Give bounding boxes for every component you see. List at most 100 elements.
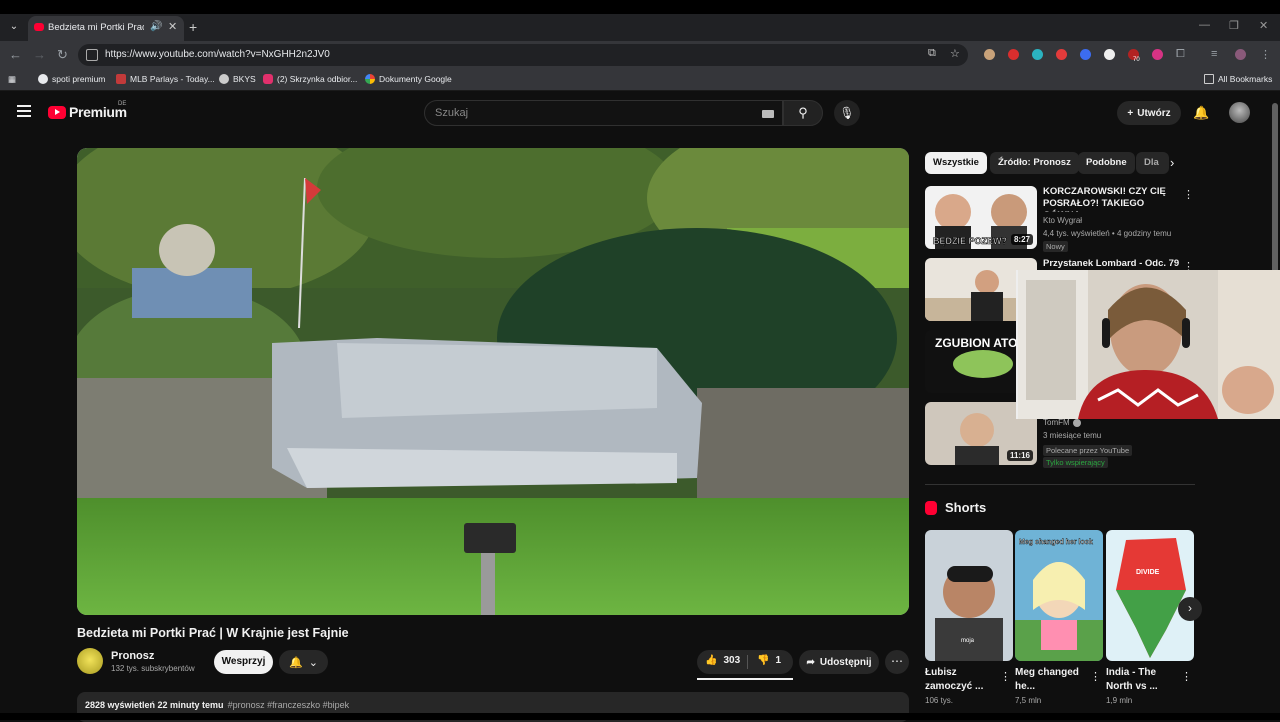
- bookmark-item[interactable]: spoti premium: [38, 74, 105, 84]
- all-bookmarks-label: All Bookmarks: [1218, 74, 1273, 84]
- keyboard-icon[interactable]: [762, 110, 774, 118]
- video-frame: [77, 148, 909, 615]
- instagram-icon: [263, 74, 273, 84]
- share-label: Udostępnij: [819, 656, 872, 668]
- create-button[interactable]: + Utwórz: [1117, 101, 1181, 125]
- youtube-favicon-icon: [34, 23, 44, 31]
- extension-teal-icon[interactable]: [1032, 49, 1043, 60]
- plus-icon: +: [1127, 107, 1134, 119]
- video-player[interactable]: [77, 148, 909, 615]
- recommendation-item[interactable]: BĘDZIE POZEW? 8:27 KORCZAROWSKI! CZY CIĘ…: [925, 186, 1195, 252]
- verified-icon: [1073, 419, 1081, 427]
- extension-red-icon[interactable]: [1008, 49, 1019, 60]
- minimize-icon[interactable]: —: [1199, 19, 1210, 31]
- extension-shield-icon[interactable]: [1152, 49, 1163, 60]
- chevron-right-icon[interactable]: ›: [1170, 155, 1174, 170]
- bookmark-item[interactable]: MLB Parlays - Today...: [116, 74, 215, 84]
- hashtags[interactable]: #pronosz #franczeszko #bipek: [228, 700, 350, 710]
- back-icon[interactable]: ←: [9, 47, 22, 62]
- site-info-icon[interactable]: [86, 49, 98, 61]
- short-thumbnail[interactable]: Meg changed her look: [1015, 530, 1103, 661]
- short-image: DIVIDE: [1106, 530, 1194, 661]
- extension-diamond-icon[interactable]: [1104, 49, 1115, 60]
- thumbs-down-icon: 👎: [757, 655, 770, 666]
- restore-icon[interactable]: ❐: [1229, 19, 1239, 32]
- extensions-puzzle-icon[interactable]: ⧠: [1176, 48, 1185, 61]
- url-text[interactable]: https://www.youtube.com/watch?v=NxGHH2n2…: [105, 49, 330, 60]
- recommendation-title[interactable]: KORCZAROWSKI! CZY CIĘ POSRAŁO?! TAKIEGO …: [1043, 186, 1183, 212]
- short-thumbnail[interactable]: DIVIDE: [1106, 530, 1194, 661]
- kebab-menu-icon[interactable]: ⋮: [1090, 670, 1101, 683]
- apps-grid-icon[interactable]: ▦: [8, 74, 16, 85]
- shorts-next-button[interactable]: ›: [1178, 597, 1202, 621]
- voice-search-button[interactable]: 🎙: [834, 100, 860, 126]
- channel-avatar[interactable]: [77, 648, 103, 674]
- kebab-menu-icon[interactable]: ⋮: [1000, 670, 1011, 683]
- notifications-bell-icon[interactable]: 🔔: [1193, 105, 1209, 121]
- subscription-notifications-button[interactable]: 🔔 ⌄: [279, 650, 328, 674]
- reload-icon[interactable]: ↻: [57, 47, 68, 63]
- bookmark-label: BKYS: [233, 74, 256, 84]
- video-thumbnail[interactable]: BĘDZIE POZEW? 8:27: [925, 186, 1037, 249]
- profile-avatar-icon[interactable]: [1235, 49, 1246, 60]
- scrollbar-thumb[interactable]: [1272, 103, 1278, 278]
- short-title[interactable]: Łubisz zamoczyć ...: [925, 666, 997, 694]
- short-caption: Meg changed her look: [1019, 539, 1093, 546]
- short-thumbnail[interactable]: moja: [925, 530, 1013, 661]
- search-input[interactable]: Szukaj: [424, 100, 783, 126]
- media-controls-icon[interactable]: ≡: [1211, 48, 1217, 60]
- bookmark-label: spoti premium: [52, 74, 106, 84]
- shorts-header: Shorts: [925, 500, 986, 515]
- short-title[interactable]: India - The North vs ...: [1106, 666, 1178, 694]
- like-button[interactable]: 👍 303: [705, 655, 740, 666]
- support-button[interactable]: Wesprzyj: [214, 650, 273, 674]
- youtube-header: Premium DE Szukaj ⚲ 🎙 + Utwórz 🔔: [0, 95, 1270, 131]
- short-title[interactable]: Meg changed he...: [1015, 666, 1087, 694]
- address-bar[interactable]: https://www.youtube.com/watch?v=NxGHH2n2…: [78, 44, 968, 66]
- chip-source[interactable]: Źródło: Pronosz: [990, 152, 1079, 174]
- search-button[interactable]: ⚲: [783, 100, 823, 126]
- bookmark-item[interactable]: Dokumenty Google: [365, 74, 452, 84]
- chip-all[interactable]: Wszystkie: [925, 152, 987, 174]
- dislike-count: 1: [775, 655, 782, 666]
- chip-related[interactable]: Podobne: [1078, 152, 1135, 174]
- account-avatar[interactable]: [1229, 102, 1250, 123]
- speaker-icon[interactable]: 🔊: [150, 21, 162, 32]
- extension-wave-icon[interactable]: [1080, 49, 1091, 60]
- mlb-icon: [116, 74, 126, 84]
- extension-cookie-icon[interactable]: [984, 49, 995, 60]
- window-close-icon[interactable]: ✕: [1259, 19, 1268, 32]
- hamburger-menu-icon[interactable]: [17, 105, 31, 117]
- recommendation-meta: 4,4 tys. wyświetleń • 4 godziny temu: [1043, 229, 1172, 238]
- close-icon[interactable]: ✕: [168, 20, 177, 33]
- bookmark-item[interactable]: BKYS: [219, 74, 256, 84]
- dislike-button[interactable]: 👎 1: [757, 655, 781, 666]
- thumbs-up-icon: 👍: [705, 655, 718, 666]
- all-bookmarks-button[interactable]: All Bookmarks: [1204, 74, 1272, 84]
- kebab-menu-icon[interactable]: ⋮: [1183, 188, 1194, 201]
- short-item[interactable]: moja Łubisz zamoczyć ... 106 tys. ⋮: [925, 530, 1013, 705]
- bookmark-star-icon[interactable]: ☆: [950, 47, 960, 60]
- browser-menu-icon[interactable]: ⋮: [1260, 48, 1271, 61]
- window-bottom-edge: [0, 713, 1280, 720]
- share-button[interactable]: ➦ Udostępnij: [799, 650, 879, 674]
- youtube-premium-logo[interactable]: Premium DE: [48, 101, 127, 120]
- short-item[interactable]: Meg changed her look Meg changed he... 7…: [1015, 530, 1103, 705]
- short-caption: moja: [961, 638, 975, 644]
- new-tab-button[interactable]: +: [189, 19, 197, 35]
- kebab-menu-icon[interactable]: ⋮: [1181, 670, 1192, 683]
- recommendation-title[interactable]: Przystanek Lombard - Odc. 79: [1043, 258, 1183, 270]
- chevron-right-icon: ›: [1188, 601, 1192, 615]
- channel-name[interactable]: Pronosz: [111, 650, 154, 662]
- description-meta: 2828 wyświetleń 22 minuty temu #pronosz #…: [85, 700, 349, 710]
- install-app-icon[interactable]: ⧉: [928, 47, 936, 60]
- extension-grammar-icon[interactable]: [1056, 49, 1067, 60]
- recommendation-channel[interactable]: TomFM: [1043, 418, 1070, 427]
- more-actions-button[interactable]: ⋯: [885, 650, 909, 674]
- bookmark-item[interactable]: (2) Skrzynka odbior...: [263, 74, 357, 84]
- recommendation-channel[interactable]: Kto Wygrał: [1043, 216, 1082, 225]
- chip-for-you[interactable]: Dla: [1136, 152, 1169, 174]
- forward-icon[interactable]: →: [33, 47, 46, 62]
- browser-tab[interactable]: Bedzieta mi Portki Prać | W 🔊 ✕: [28, 16, 184, 41]
- tab-search-button[interactable]: ⌄: [6, 19, 22, 35]
